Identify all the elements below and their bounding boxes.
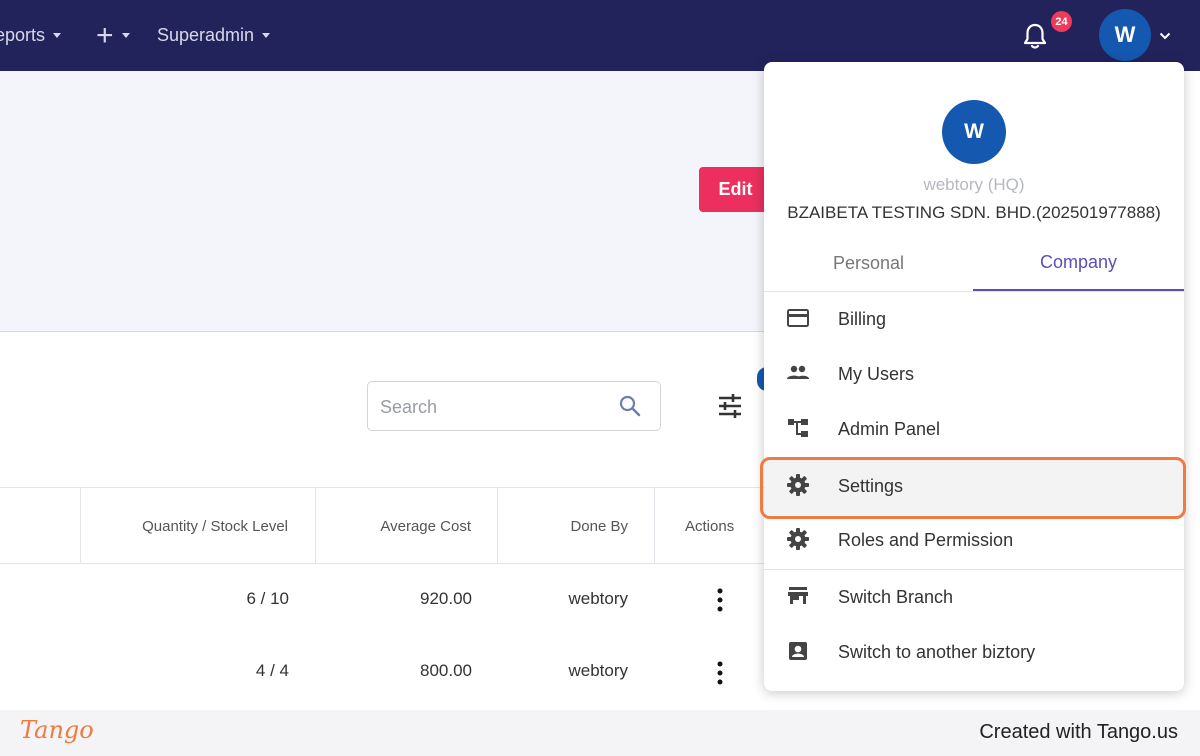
credit-card-icon [787, 309, 809, 327]
store-icon [788, 587, 808, 604]
search-icon[interactable] [618, 394, 642, 418]
created-with-tango: Created with Tango.us [979, 721, 1178, 743]
tab-personal[interactable]: Personal [764, 235, 973, 291]
more-vert-icon[interactable] [717, 661, 723, 685]
nav-reports-menu[interactable]: Reports [0, 0, 62, 71]
top-navbar: Reports + Superadmin [0, 0, 1200, 71]
header-actions: Actions [685, 517, 735, 535]
bell-icon[interactable] [1022, 22, 1048, 50]
search-field[interactable] [367, 381, 661, 431]
table-header-cell: Actions [655, 488, 772, 564]
cell-done-by: webtory [568, 661, 628, 680]
cell-average-cost: 800.00 [420, 661, 472, 680]
tabs-divider [764, 291, 1184, 292]
menu-item-roles-permission[interactable]: Roles and Permission [764, 514, 1184, 569]
chevron-down-icon [262, 33, 271, 38]
cell-average-cost: 920.00 [420, 589, 472, 608]
tango-logo: Tango [20, 716, 94, 744]
chevron-down-icon [121, 33, 130, 38]
dropdown-avatar: W [942, 100, 1006, 164]
tune-icon [719, 394, 741, 418]
page-header-panel [0, 71, 772, 332]
table-header-cell [0, 488, 81, 564]
cell-done-by: webtory [568, 589, 628, 608]
search-input[interactable] [380, 394, 610, 420]
users-icon [787, 365, 809, 379]
nav-superadmin-menu[interactable]: Superadmin [157, 0, 271, 71]
tab-company[interactable]: Company [973, 235, 1184, 291]
branch-name: webtory (HQ) [923, 175, 1025, 194]
menu-item-label: My Users [838, 364, 914, 384]
hierarchy-icon [788, 419, 808, 437]
menu-item-label: Admin Panel [838, 419, 941, 439]
company-name: BZAIBETA TESTING SDN. BHD.(202501977888) [787, 203, 1161, 222]
chevron-down-icon[interactable] [1159, 32, 1171, 40]
menu-divider [764, 569, 1184, 570]
nav-add-menu[interactable]: + [96, 0, 130, 71]
notification-badge: 24 [1051, 11, 1072, 32]
menu-item-label: Switch to another biztory [838, 642, 1036, 662]
cell-quantity: 6 / 10 [246, 589, 289, 608]
cell-quantity: 4 / 4 [255, 661, 289, 680]
settings-highlight-outline [760, 457, 1186, 519]
more-vert-icon[interactable] [717, 588, 723, 612]
menu-item-label: Billing [838, 309, 887, 329]
edit-button[interactable]: Edit [699, 167, 772, 212]
header-done-by: Done By [570, 517, 628, 535]
nav-reports-label: Reports [0, 25, 46, 45]
menu-item-label: Roles and Permission [838, 530, 1014, 550]
menu-item-my-users[interactable]: My Users [764, 348, 1184, 403]
menu-item-admin-panel[interactable]: Admin Panel [764, 403, 1184, 458]
table-header-divider [0, 563, 772, 564]
menu-item-billing[interactable]: Billing [764, 293, 1184, 348]
table-header-cell[interactable]: Average Cost [316, 488, 498, 564]
gear-icon [787, 528, 809, 550]
header-quantity: Quantity / Stock Level [142, 517, 288, 535]
user-avatar[interactable]: W [1099, 9, 1151, 61]
account-box-icon [789, 642, 807, 660]
menu-item-label: Switch Branch [838, 587, 954, 607]
table-header-cell[interactable]: Done By [498, 488, 655, 564]
chevron-down-icon [53, 33, 62, 38]
table-header-cell[interactable]: Quantity / Stock Level [81, 488, 316, 564]
nav-superadmin-label: Superadmin [157, 25, 255, 45]
menu-item-switch-biztory[interactable]: Switch to another biztory [764, 626, 1184, 681]
menu-item-switch-branch[interactable]: Switch Branch [764, 571, 1184, 626]
header-average-cost: Average Cost [380, 517, 471, 535]
plus-icon: + [96, 18, 114, 52]
